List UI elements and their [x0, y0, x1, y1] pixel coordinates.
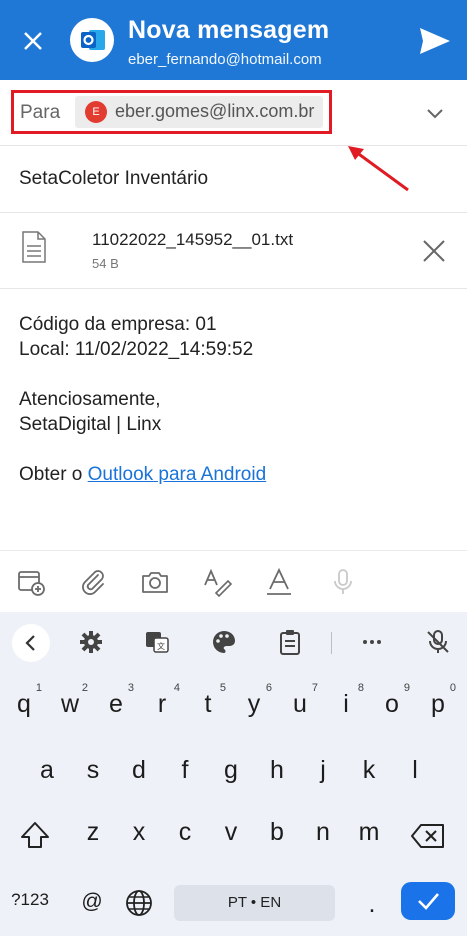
camera-icon[interactable] [140, 567, 170, 597]
key-s[interactable]: s [73, 756, 113, 785]
compose-toolbar [0, 550, 467, 612]
attachment-name: 11022022_145952__01.txt [92, 230, 294, 249]
keyboard-toolbar: 文 [0, 612, 467, 672]
translate-icon[interactable]: 文 [143, 628, 171, 656]
key-k[interactable]: k [349, 756, 389, 785]
file-icon [22, 231, 46, 263]
text-format-icon[interactable] [202, 567, 232, 597]
clipboard-icon[interactable] [276, 628, 304, 656]
svg-text:文: 文 [157, 641, 165, 651]
key-l[interactable]: l [395, 756, 435, 785]
avatar: E [85, 101, 107, 123]
key-w[interactable]: 2w [50, 682, 90, 719]
checkmark-icon [418, 893, 439, 910]
message-body[interactable]: Código da empresa: 01 Local: 11/02/2022_… [19, 312, 266, 487]
divider [331, 632, 332, 654]
close-icon[interactable] [420, 237, 448, 265]
microphone-off-icon[interactable] [424, 628, 452, 656]
key-z[interactable]: z [73, 818, 113, 847]
attachment-row[interactable]: 11022022_145952__01.txt 54 B [0, 213, 467, 289]
more-options-icon[interactable] [358, 628, 386, 656]
to-label: Para [20, 102, 61, 123]
palette-icon[interactable] [210, 628, 238, 656]
account-email: eber_fernando@hotmail.com [128, 51, 322, 68]
key-m[interactable]: m [349, 818, 389, 847]
key-h[interactable]: h [257, 756, 297, 785]
key-o[interactable]: 9o [372, 682, 412, 719]
at-key[interactable]: @ [72, 890, 112, 914]
recipient-email: eber.gomes@linx.com.br [115, 101, 315, 121]
recipient-chip[interactable]: E eber.gomes@linx.com.br [75, 96, 323, 128]
key-j[interactable]: j [303, 756, 343, 785]
body-line: SetaDigital | Linx [19, 414, 162, 435]
signature-line: Obter o Outlook para Android [19, 462, 266, 487]
calendar-add-icon[interactable] [16, 567, 46, 597]
symbols-key[interactable]: ?123 [6, 890, 54, 910]
subject-text: SetaColetor Inventário [19, 168, 209, 189]
font-style-icon[interactable] [264, 567, 294, 597]
key-q[interactable]: 1q [4, 682, 44, 719]
key-b[interactable]: b [257, 818, 297, 847]
attachment-size: 54 B [92, 256, 119, 271]
chevron-left-icon [25, 635, 35, 651]
body-line: Local: 11/02/2022_14:59:52 [19, 339, 254, 360]
key-c[interactable]: c [165, 818, 205, 847]
period-key[interactable]: . [352, 890, 392, 919]
microphone-icon[interactable] [328, 567, 358, 597]
page-title: Nova mensagem [128, 16, 330, 44]
outlook-android-link[interactable]: Outlook para Android [88, 464, 267, 485]
key-f[interactable]: f [165, 756, 205, 785]
body-line: Atenciosamente, [19, 389, 161, 410]
compose-header: Nova mensagem eber_fernando@hotmail.com [0, 0, 467, 80]
to-field-row[interactable]: Para E eber.gomes@linx.com.br [0, 80, 467, 146]
close-icon[interactable] [16, 24, 50, 58]
key-n[interactable]: n [303, 818, 343, 847]
key-r[interactable]: 4r [142, 682, 182, 719]
keyboard-back-button[interactable] [12, 624, 50, 662]
key-t[interactable]: 5t [188, 682, 228, 719]
key-e[interactable]: 3e [96, 682, 136, 719]
backspace-icon[interactable] [410, 822, 446, 850]
globe-icon[interactable] [124, 888, 154, 918]
keyboard: 文 1q 2w 3e 4r 5t 6y 7u 8i 9o 0p a s d f … [0, 612, 467, 936]
shift-icon[interactable] [18, 818, 52, 852]
key-a[interactable]: a [27, 756, 67, 785]
outlook-logo-icon [70, 18, 114, 62]
send-icon[interactable] [418, 26, 452, 56]
key-p[interactable]: 0p [418, 682, 458, 719]
chevron-down-icon[interactable] [424, 102, 446, 124]
key-y[interactable]: 6y [234, 682, 274, 719]
key-v[interactable]: v [211, 818, 251, 847]
gear-icon[interactable] [77, 628, 105, 656]
key-i[interactable]: 8i [326, 682, 366, 719]
subject-field[interactable]: SetaColetor Inventário [0, 146, 467, 213]
body-line: Código da empresa: 01 [19, 314, 217, 335]
body-text: Obter o [19, 464, 88, 485]
space-bar[interactable]: PT • EN [174, 885, 335, 921]
key-u[interactable]: 7u [280, 682, 320, 719]
key-d[interactable]: d [119, 756, 159, 785]
key-x[interactable]: x [119, 818, 159, 847]
enter-button[interactable] [401, 882, 455, 920]
paperclip-icon[interactable] [78, 567, 108, 597]
key-g[interactable]: g [211, 756, 251, 785]
